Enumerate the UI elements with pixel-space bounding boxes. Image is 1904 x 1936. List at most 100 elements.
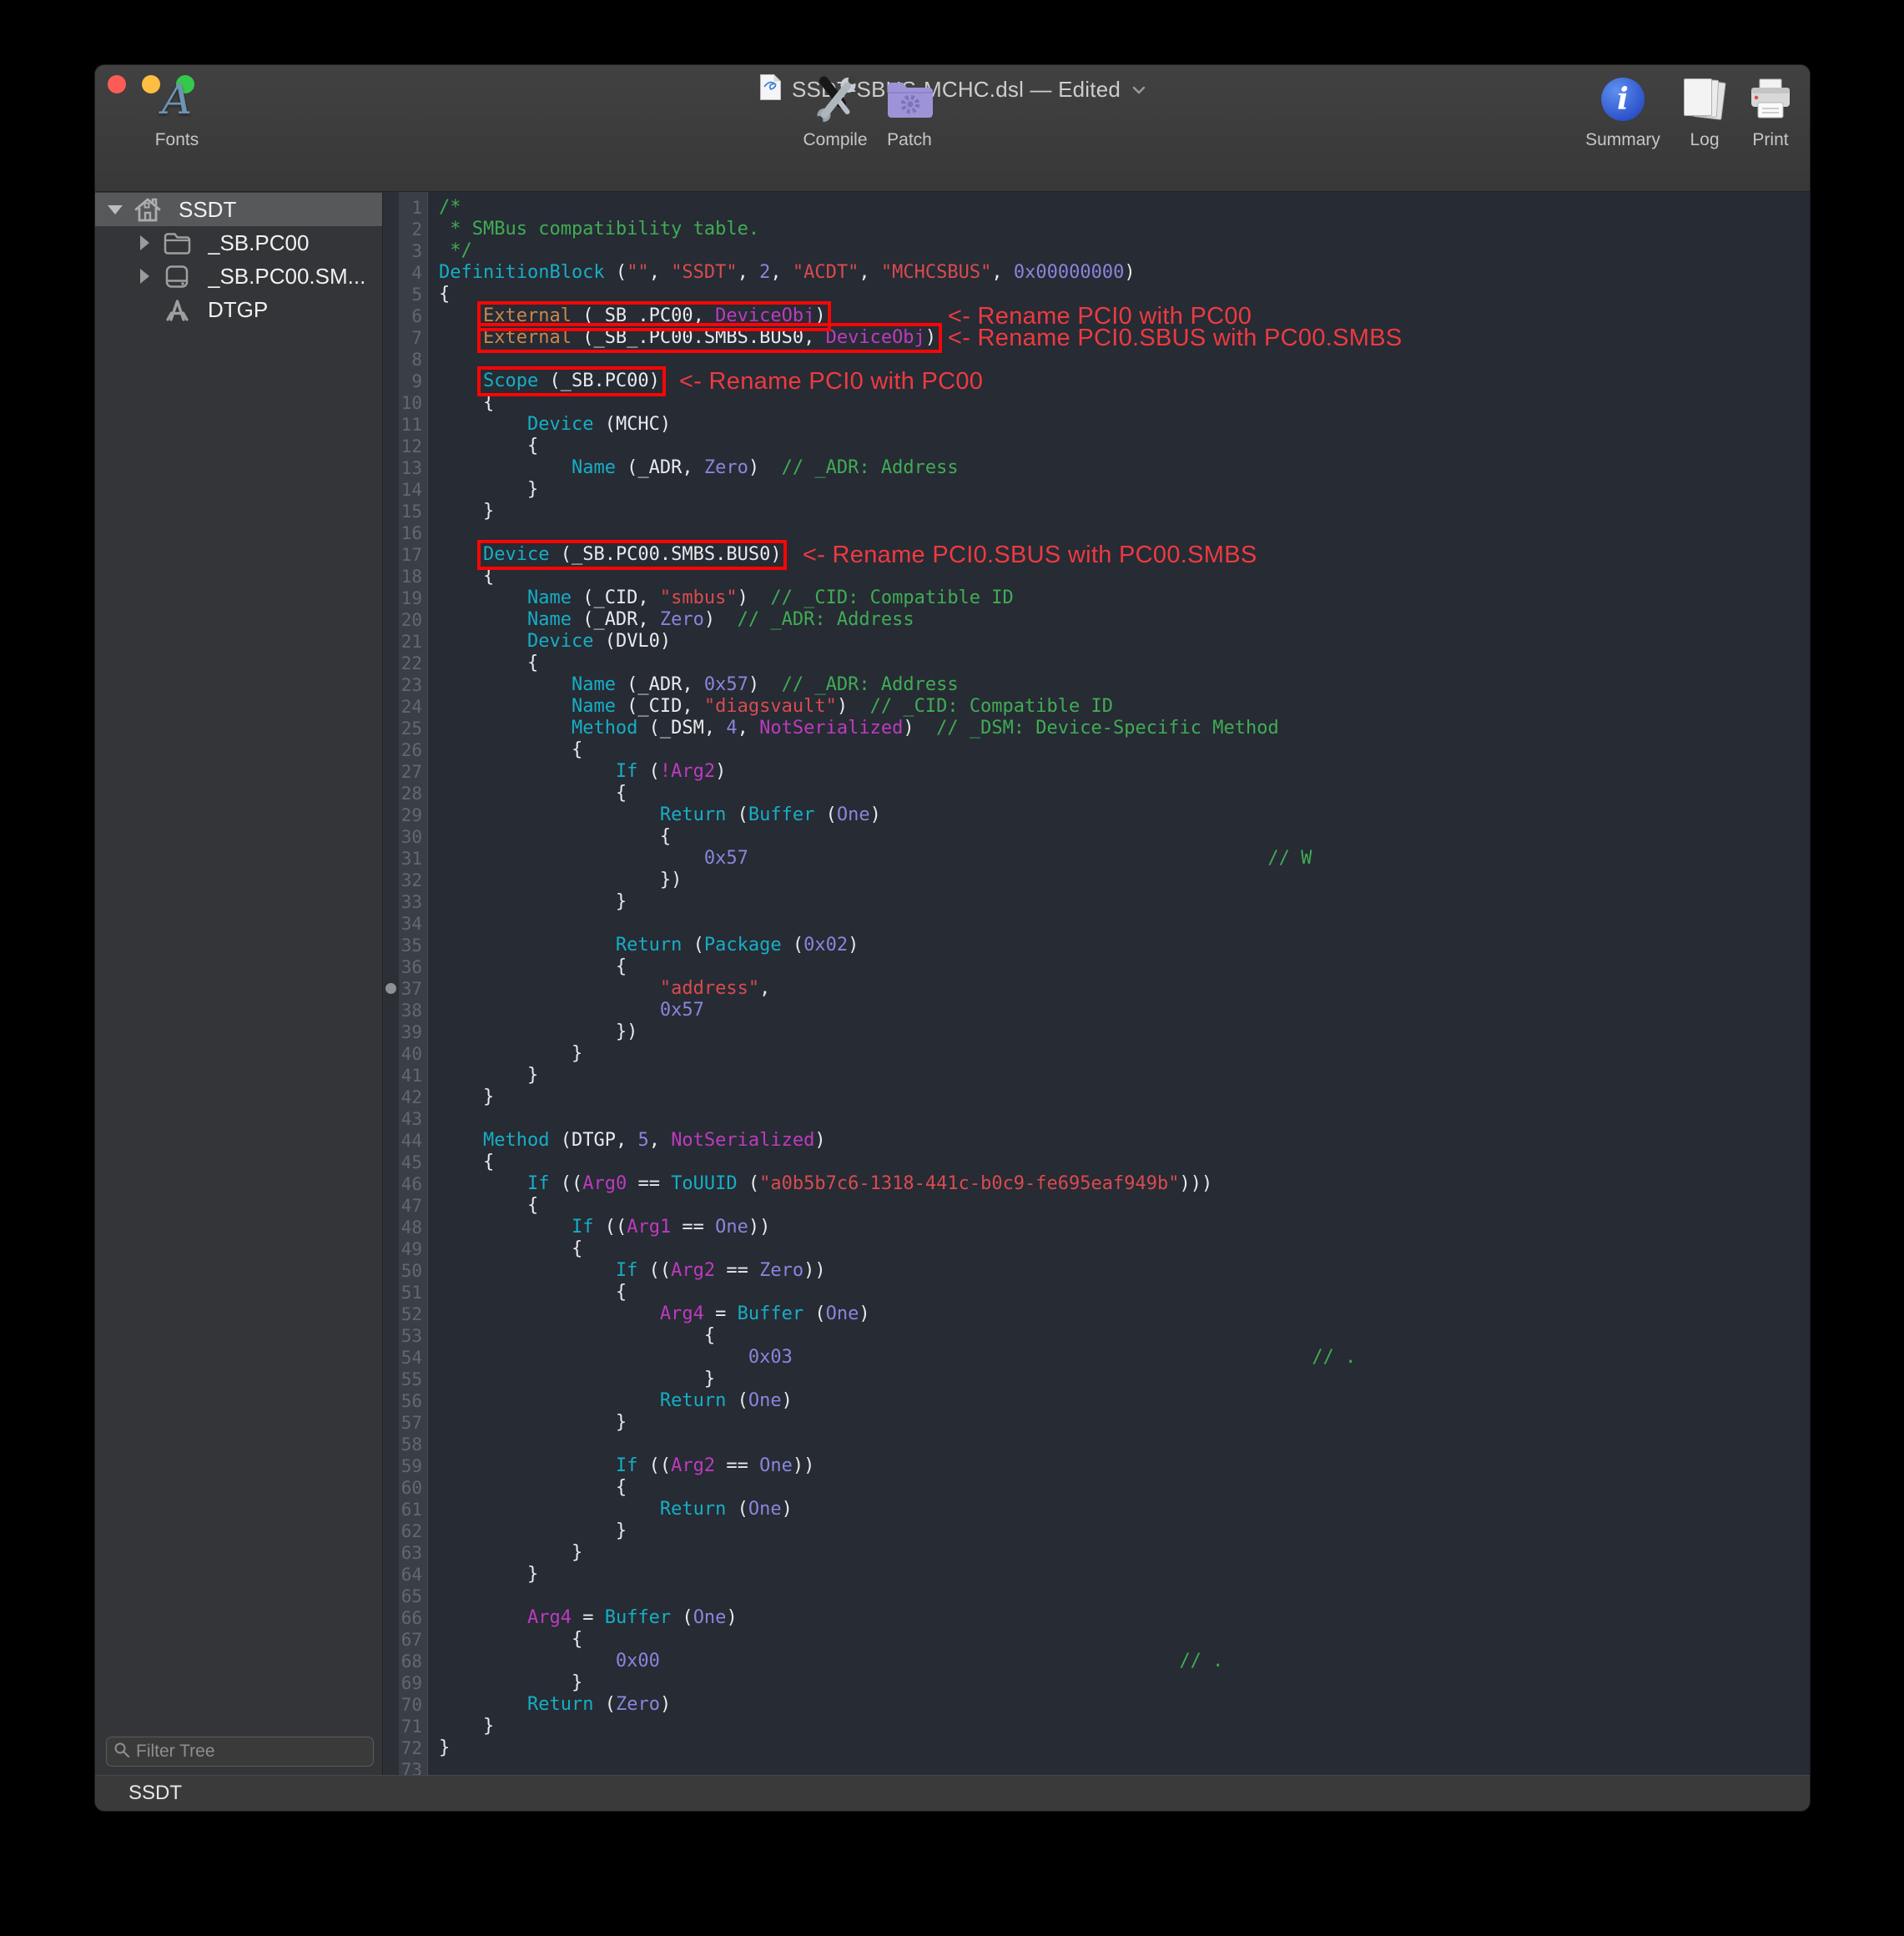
code-text: If (!Arg2) [428,761,726,783]
code-text: { [428,1477,627,1499]
code-line: 60 { [383,1477,1810,1499]
code-editor[interactable]: 1/*2 * SMBus compatibility table.3 */4De… [383,192,1810,1775]
code-line: 15 } [383,501,1810,522]
code-text: 0x57 // W [428,848,1312,870]
code-text: }) [428,870,682,891]
sidebar-item--sb-pc00-sm-[interactable]: _SB.PC00.SM... [95,260,382,293]
code-text: DefinitionBlock ("", "SSDT", 2, "ACDT", … [428,262,1136,284]
line-number: 69 [383,1672,428,1694]
sidebar-item-ssdt[interactable]: SSDT [95,193,382,226]
code-text [428,1108,439,1130]
code-line: 13 Name (_ADR, Zero) // _ADR: Address [383,457,1810,479]
filter-tree-input[interactable] [136,1742,366,1762]
line-number: 29 [383,804,428,826]
code-text: /* [428,197,461,219]
patch-button[interactable]: Patch [885,75,934,150]
title-chevron-icon[interactable] [1132,83,1146,98]
code-line: 2 * SMBus compatibility table. [383,219,1810,240]
code-text: If ((Arg2 == One)) [428,1455,814,1477]
code-line: 45 { [383,1152,1810,1173]
rename-annotation: <- Rename PCI0.SBUS with PC00.SMBS [948,324,1403,352]
code-line: 64 } [383,1564,1810,1586]
code-line: 70 Return (Zero) [383,1694,1810,1716]
line-number: 8 [383,349,428,371]
line-number: 54 [383,1347,428,1369]
line-number: 2 [383,219,428,240]
code-text: * SMBus compatibility table. [428,219,759,240]
line-number: 23 [383,674,428,696]
code-line: 26 { [383,739,1810,761]
code-text: Name (_CID, "diagsvault") // _CID: Compa… [428,696,1113,718]
code-text: 0x03 // . [428,1347,1356,1369]
code-text: Name (_ADR, 0x57) // _ADR: Address [428,674,959,696]
code-text: { [428,826,671,848]
sidebar-item--sb-pc00[interactable]: _SB.PC00 [95,226,382,260]
summary-button[interactable]: i Summary [1585,75,1660,150]
code-text: { [428,739,582,761]
filter-field[interactable] [106,1737,374,1767]
code-text: } [428,1672,582,1694]
compile-label: Compile [803,130,867,150]
line-number: 40 [383,1043,428,1065]
code-text: Scope (_SB.PC00) [428,371,660,392]
code-line: 14 } [383,479,1810,501]
line-number: 65 [383,1586,428,1607]
print-button[interactable]: Print [1748,75,1793,150]
code-text: 0x00 // . [428,1651,1223,1672]
line-number: 17 [383,544,428,566]
line-number: 59 [383,1455,428,1477]
code-text: } [428,1412,627,1434]
title-bar: SSDT-SBUS-MCHC.dsl — Edited [95,65,1810,102]
code-text: { [428,1195,538,1217]
code-text: Device (_SB.PC00.SMBS.BUS0) [428,544,782,566]
code-text [428,913,439,935]
code-text: { [428,566,494,587]
code-text: } [428,1369,715,1390]
line-number: 10 [383,392,428,414]
code-text: Device (MCHC) [428,414,671,436]
code-text: } [428,1065,538,1086]
fonts-button[interactable]: A Fonts [155,75,199,150]
line-number: 44 [383,1130,428,1152]
disclosure-right-icon[interactable] [134,269,154,284]
maciasl-window: SSDT-SBUS-MCHC.dsl — Edited A Fonts [94,64,1811,1812]
code-line: 47 { [383,1195,1810,1217]
code-text: External (_SB_.PC00, DeviceObj) [428,305,826,327]
code-text: { [428,392,494,414]
line-number: 9 [383,371,428,392]
disclosure-down-icon[interactable] [105,205,125,214]
filter-area [95,1732,382,1775]
log-button[interactable]: Log [1682,75,1727,150]
line-number: 12 [383,436,428,457]
line-number: 34 [383,913,428,935]
code-line: 10 { [383,392,1810,414]
code-line: 31 0x57 // W [383,848,1810,870]
document-icon[interactable] [759,73,782,105]
log-pages-icon [1682,77,1727,122]
code-text: } [428,1564,538,1586]
line-number: 45 [383,1152,428,1173]
code-text: } [428,1716,494,1737]
code-text: Method (_DSM, 4, NotSerialized) // _DSM:… [428,718,1279,739]
code-text: 0x57 [428,1000,704,1021]
line-number: 50 [383,1260,428,1282]
sidebar-item-dtgp[interactable]: DTGP [95,293,382,326]
code-text: { [428,1629,582,1651]
toolbar: SSDT-SBUS-MCHC.dsl — Edited A Fonts [95,65,1810,192]
code-text [428,349,439,371]
disclosure-right-icon[interactable] [134,235,154,250]
close-button[interactable] [108,75,126,93]
code-line: 22 { [383,653,1810,674]
code-line: 44 Method (DTGP, 5, NotSerialized) [383,1130,1810,1152]
compile-button[interactable]: Compile [803,75,867,150]
code-line: 19 Name (_CID, "smbus") // _CID: Compati… [383,587,1810,609]
line-number: 56 [383,1390,428,1412]
line-number: 13 [383,457,428,479]
line-number: 1 [383,197,428,219]
code-line: 32 }) [383,870,1810,891]
line-number: 43 [383,1108,428,1130]
line-number: 15 [383,501,428,522]
drive-icon [161,265,193,289]
line-number: 7 [383,327,428,349]
code-text: } [428,479,538,501]
